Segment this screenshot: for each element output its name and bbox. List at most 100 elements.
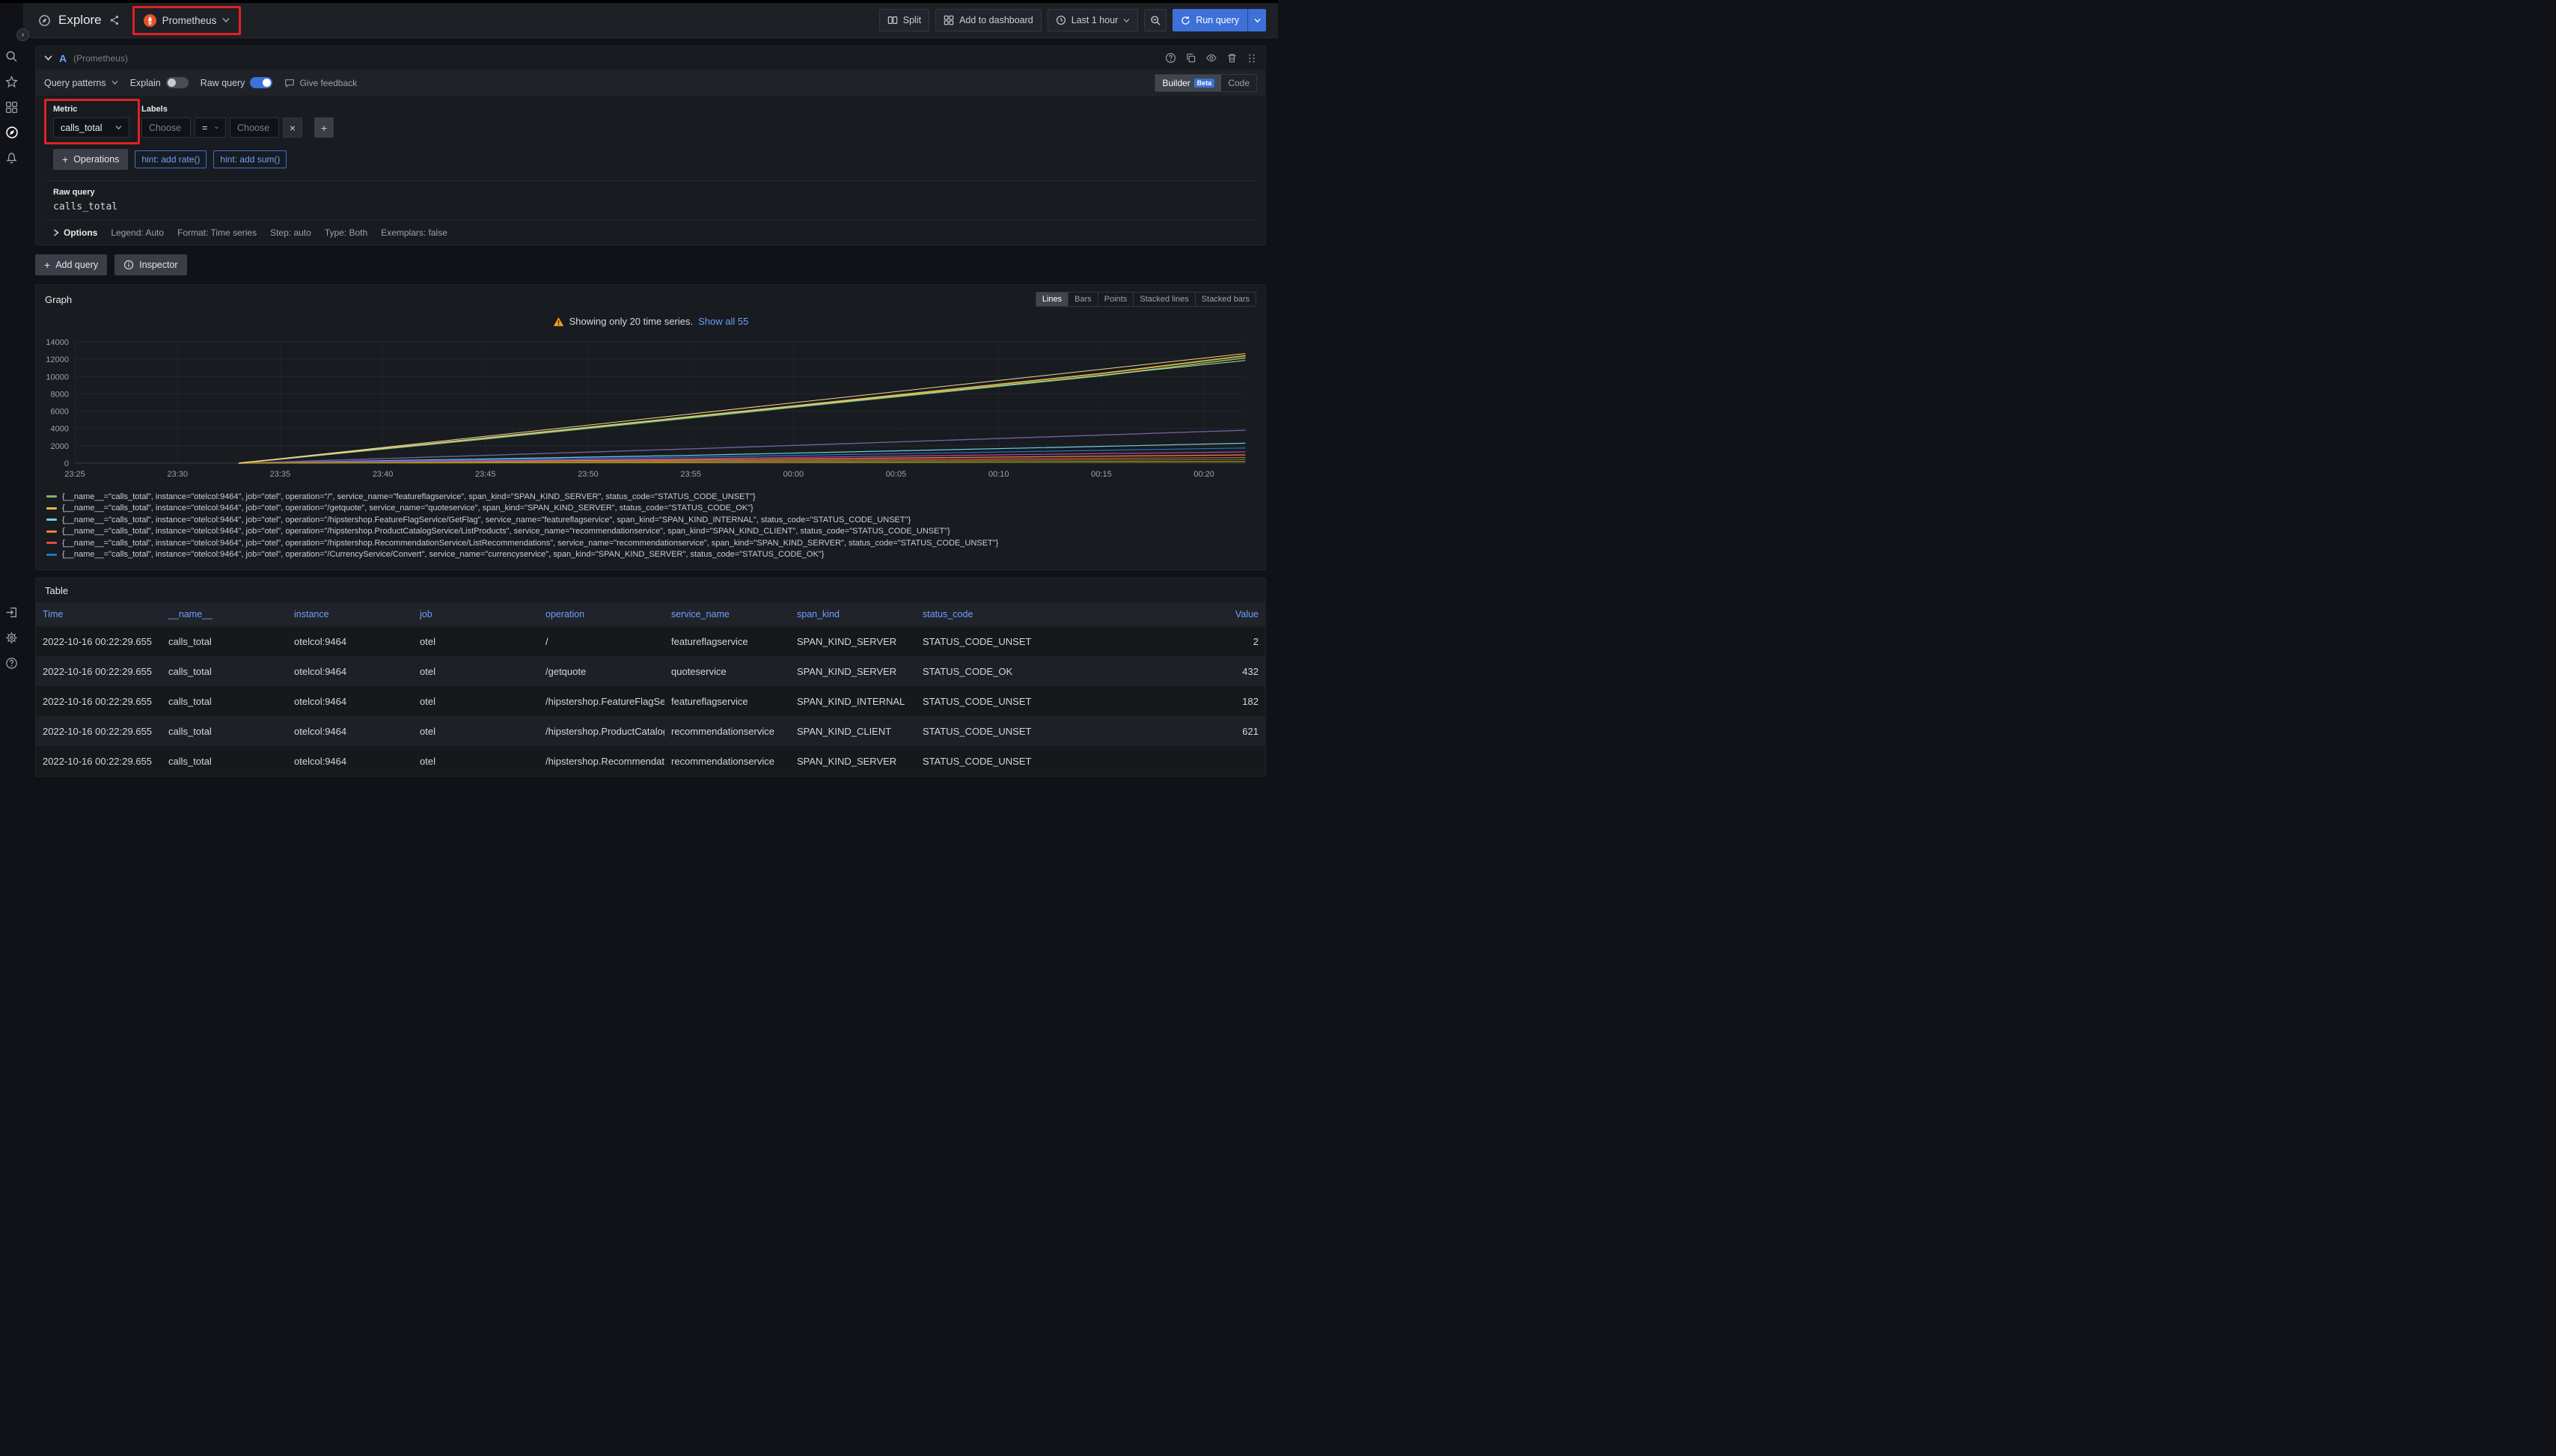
svg-text:4000: 4000 [51, 425, 69, 434]
legend-swatch [46, 542, 57, 544]
help-icon[interactable] [4, 655, 20, 671]
legend-item[interactable]: {__name__="calls_total", instance="otelc… [46, 537, 1265, 549]
mode-lines[interactable]: Lines [1036, 293, 1068, 306]
options-expander[interactable]: Options [53, 227, 97, 238]
option-legend: Legend: Auto [111, 227, 164, 238]
svg-text:00:10: 00:10 [988, 470, 1009, 479]
column-header-operation[interactable]: operation [539, 602, 664, 626]
builder-mode-button[interactable]: Builder Beta [1155, 75, 1221, 91]
column-header-time[interactable]: Time [36, 602, 162, 626]
sidebar-expand-button[interactable]: › [16, 28, 29, 41]
inspector-button[interactable]: Inspector [114, 254, 186, 275]
legend-swatch [46, 495, 57, 498]
prometheus-icon [144, 14, 156, 27]
add-query-button[interactable]: +Add query [35, 254, 107, 275]
svg-text:23:35: 23:35 [270, 470, 291, 479]
give-feedback-link[interactable]: Give feedback [284, 78, 357, 88]
metric-label: Metric [53, 105, 129, 114]
drag-handle-icon[interactable] [1247, 53, 1257, 64]
duplicate-query-icon[interactable] [1185, 52, 1196, 64]
operations-button[interactable]: +Operations [53, 149, 128, 170]
disable-query-eye-icon[interactable] [1205, 52, 1217, 64]
collapse-chevron-icon[interactable] [44, 55, 52, 61]
column-header-value[interactable]: Value [1042, 602, 1265, 626]
column-header-name[interactable]: __name__ [162, 602, 287, 626]
apps-icon [944, 15, 954, 25]
legend-item[interactable]: {__name__="calls_total", instance="otelc… [46, 503, 1265, 515]
svg-text:00:00: 00:00 [783, 470, 804, 479]
legend-item[interactable]: {__name__="calls_total", instance="otelc… [46, 549, 1265, 561]
svg-text:12000: 12000 [46, 355, 69, 364]
raw-query-preview-label: Raw query [53, 188, 1248, 197]
sign-in-icon[interactable] [4, 604, 20, 620]
explain-toggle[interactable] [166, 77, 189, 88]
option-type: Type: Both [325, 227, 367, 238]
code-mode-button[interactable]: Code [1221, 75, 1256, 91]
table-row: 2022-10-16 00:22:29.655calls_totalotelco… [36, 746, 1265, 776]
warning-icon [553, 316, 564, 327]
query-row-header: A (Prometheus) [36, 46, 1265, 70]
label-value-select[interactable]: Choose [230, 117, 279, 138]
datasource-picker[interactable]: Prometheus [136, 10, 238, 31]
graph-style-switcher: Lines Bars Points Stacked lines Stacked … [1036, 292, 1256, 307]
query-patterns-dropdown[interactable]: Query patterns [44, 78, 118, 88]
dashboards-icon[interactable] [4, 99, 20, 115]
time-range-picker[interactable]: Last 1 hour [1048, 9, 1139, 31]
legend-swatch [46, 507, 57, 510]
label-key-select[interactable]: Choose [141, 117, 191, 138]
query-builder: Metric calls_total Labels Choose [36, 96, 1265, 245]
column-header-service-name[interactable]: service_name [664, 602, 790, 626]
column-header-job[interactable]: job [413, 602, 539, 626]
gear-icon[interactable] [4, 629, 20, 646]
query-toolbar: Query patterns Explain Raw query Give fe… [36, 70, 1265, 96]
legend-item[interactable]: {__name__="calls_total", instance="otelc… [46, 526, 1265, 538]
column-header-instance[interactable]: instance [287, 602, 413, 626]
table-body: 2022-10-16 00:22:29.655calls_totalotelco… [36, 626, 1265, 776]
mode-stacked-bars[interactable]: Stacked bars [1195, 293, 1256, 306]
show-all-series-link[interactable]: Show all 55 [698, 316, 748, 327]
run-query-caret[interactable] [1247, 9, 1266, 31]
split-button[interactable]: Split [879, 9, 929, 31]
run-query-button[interactable]: Run query [1172, 9, 1266, 31]
raw-query-toggle[interactable] [250, 77, 272, 88]
zoom-out-button[interactable] [1144, 9, 1167, 31]
table-row: 2022-10-16 00:22:29.655calls_totalotelco… [36, 656, 1265, 686]
column-header-span-kind[interactable]: span_kind [790, 602, 916, 626]
svg-text:6000: 6000 [51, 408, 69, 417]
hint-add-sum-button[interactable]: hint: add sum() [213, 150, 287, 168]
add-label-filter-button[interactable]: + [314, 117, 334, 138]
search-icon[interactable] [4, 48, 20, 64]
info-circle-icon [123, 260, 134, 270]
starred-icon[interactable] [4, 73, 20, 90]
mode-points[interactable]: Points [1098, 293, 1134, 306]
hint-add-rate-button[interactable]: hint: add rate() [135, 150, 207, 168]
page-title: Explore [58, 13, 102, 28]
remove-query-trash-icon[interactable] [1226, 52, 1238, 64]
add-to-dashboard-button[interactable]: Add to dashboard [935, 9, 1042, 31]
refresh-icon [1181, 16, 1190, 25]
svg-text:23:45: 23:45 [475, 470, 496, 479]
svg-text:23:25: 23:25 [64, 470, 85, 479]
left-sidebar [0, 3, 23, 728]
chevron-right-icon [53, 229, 59, 236]
split-icon [887, 15, 898, 25]
comment-icon [284, 78, 295, 88]
svg-text:23:55: 23:55 [680, 470, 701, 479]
table-row: 2022-10-16 00:22:29.655calls_totalotelco… [36, 626, 1265, 656]
series-limit-warning: Showing only 20 time series. Show all 55 [36, 316, 1265, 327]
metric-select[interactable]: calls_total [53, 117, 129, 138]
table-header-row: Time __name__ instance job operation ser… [36, 602, 1265, 626]
timeseries-plot[interactable]: 0200040006000800010000120001400023:2523:… [42, 334, 1251, 484]
mode-stacked-lines[interactable]: Stacked lines [1133, 293, 1194, 306]
alerting-bell-icon[interactable] [4, 150, 20, 166]
share-icon[interactable] [109, 15, 120, 25]
remove-label-filter-button[interactable]: × [283, 117, 302, 138]
explore-icon[interactable] [4, 124, 20, 141]
query-help-icon[interactable] [1165, 52, 1176, 64]
mode-bars[interactable]: Bars [1068, 293, 1098, 306]
legend-item[interactable]: {__name__="calls_total", instance="otelc… [46, 491, 1265, 503]
svg-text:00:20: 00:20 [1193, 470, 1214, 479]
label-operator-select[interactable]: = [195, 117, 226, 138]
legend-item[interactable]: {__name__="calls_total", instance="otelc… [46, 514, 1265, 526]
column-header-status-code[interactable]: status_code [916, 602, 1042, 626]
